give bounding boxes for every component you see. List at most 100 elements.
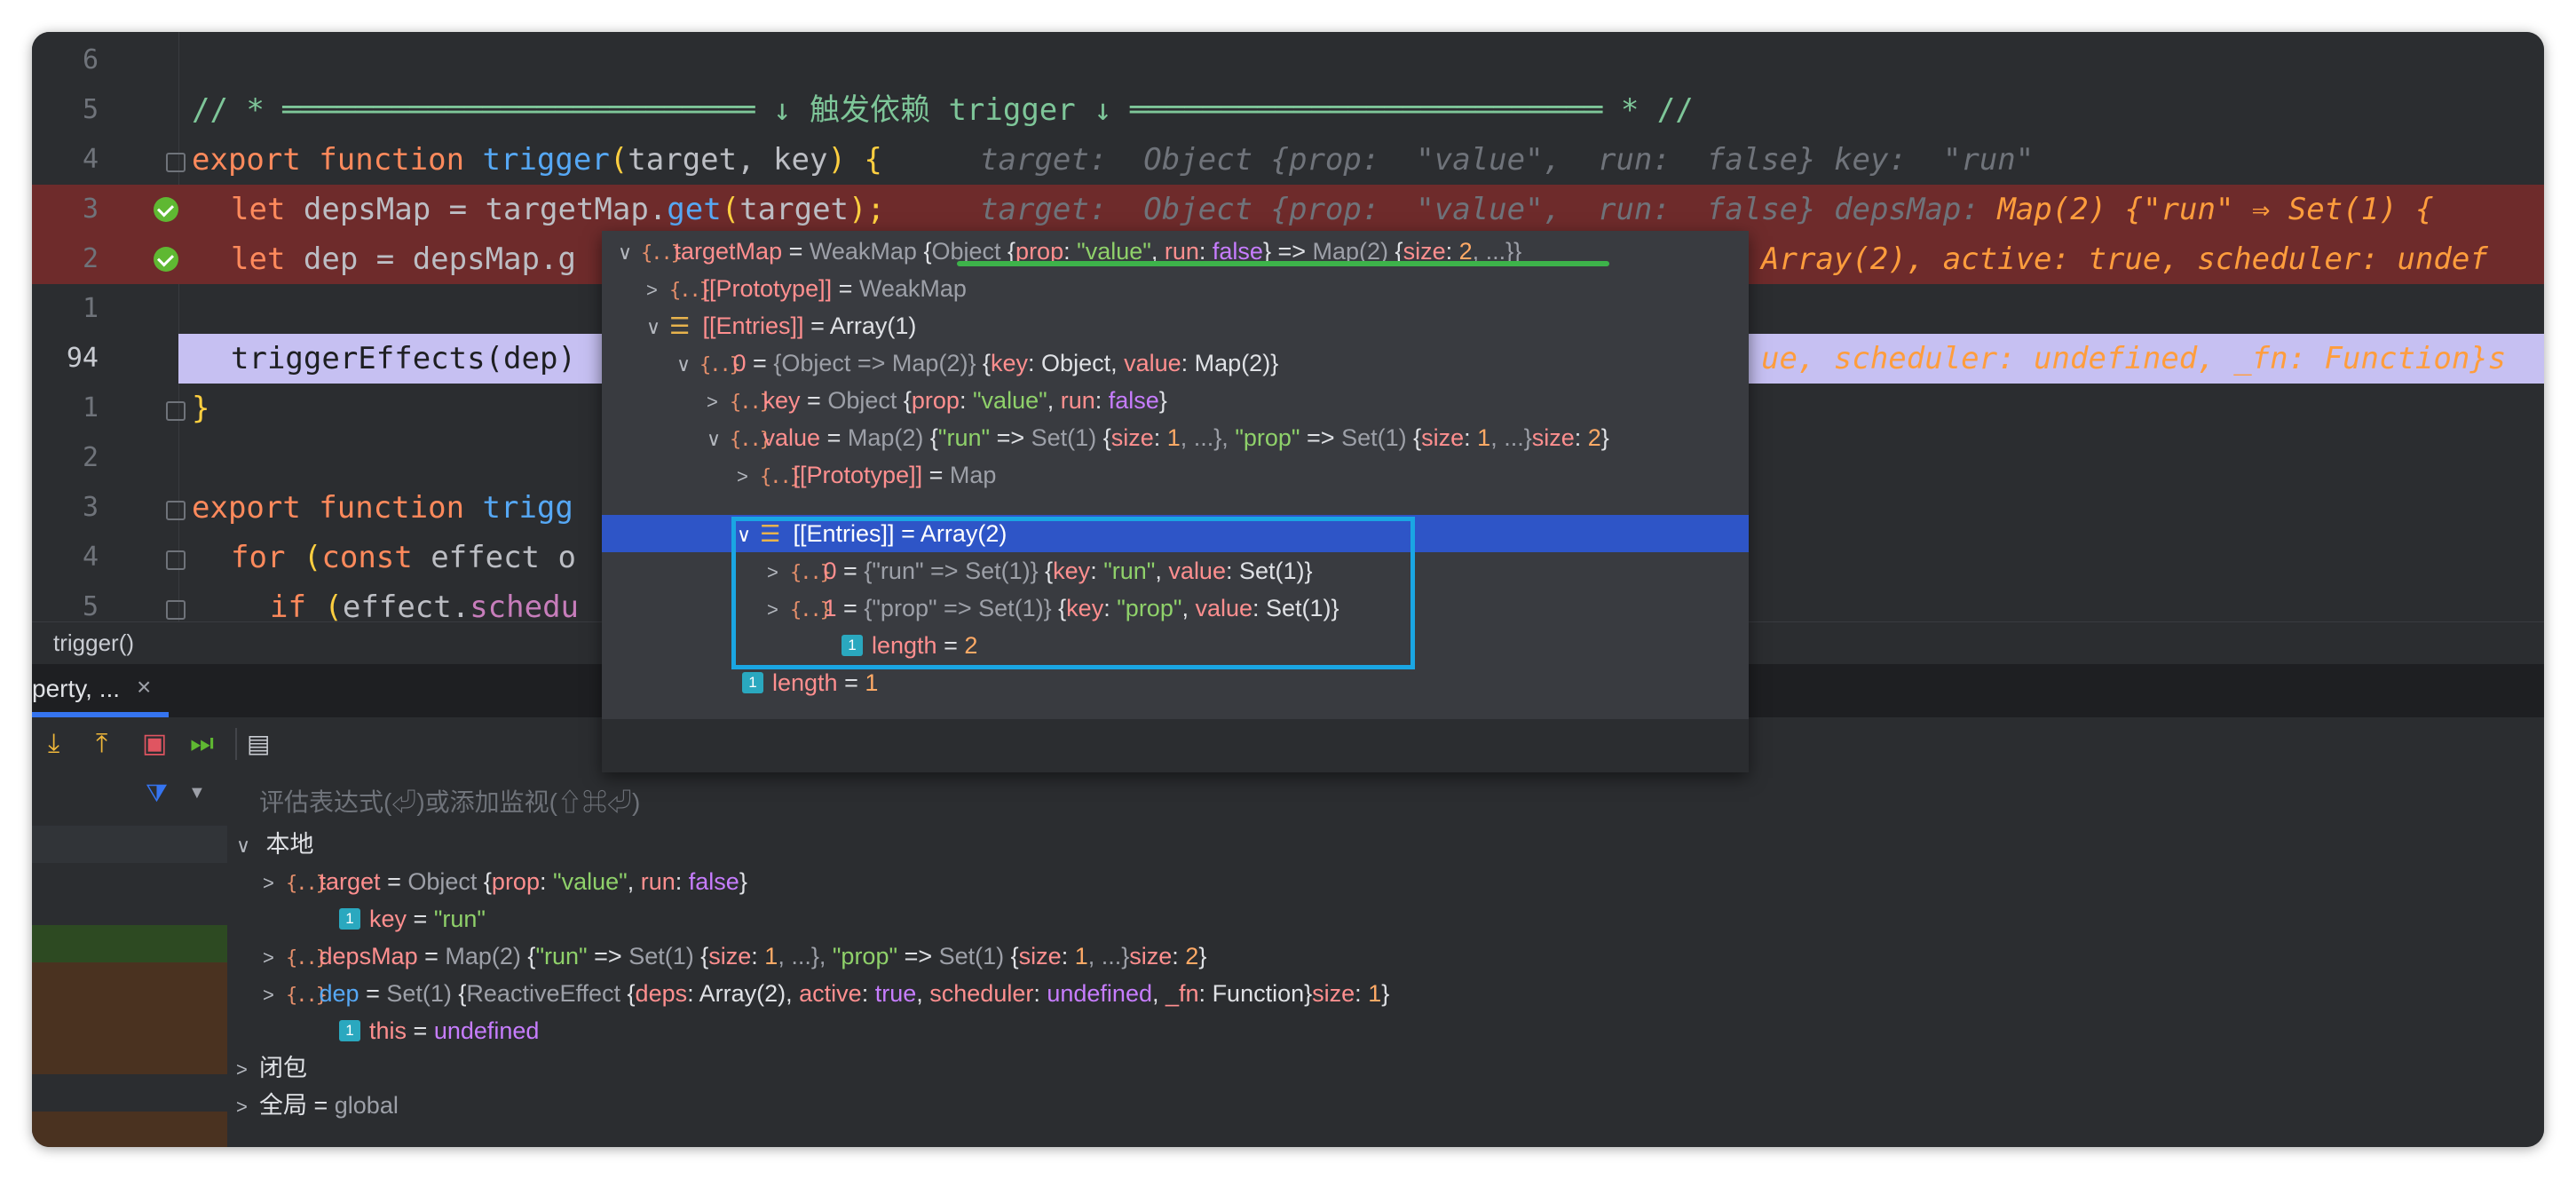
object-icon: {..} bbox=[699, 354, 741, 376]
object-icon: {..} bbox=[641, 242, 683, 265]
fold-icon[interactable] bbox=[166, 600, 186, 620]
code-text: if (effect.schedu bbox=[270, 590, 580, 621]
breadcrumb-item[interactable]: trigger() bbox=[53, 629, 134, 657]
fold-icon[interactable] bbox=[166, 153, 186, 172]
close-icon[interactable]: × bbox=[137, 673, 151, 701]
primitive-icon: 1 bbox=[339, 1019, 360, 1041]
comment-text: // * ══════════════════════════ ↓ 触发依赖 t… bbox=[192, 92, 1694, 128]
fold-icon[interactable] bbox=[166, 550, 186, 570]
object-icon: {..} bbox=[286, 947, 328, 969]
chevron-right-icon[interactable]: > bbox=[236, 1088, 259, 1126]
console-icon[interactable]: ▤ bbox=[247, 728, 270, 760]
eval-placeholder: 评估表达式(⏎)或添加监视(⇧⌘⏎) bbox=[259, 788, 641, 816]
code-text: export function trigger(target, key) { bbox=[192, 142, 882, 178]
chevron-right-icon[interactable]: > bbox=[707, 384, 730, 421]
tree-node-entries[interactable]: ∨ ☰ [[Entries]] = Array(1) bbox=[646, 307, 916, 344]
underline-annotation bbox=[957, 261, 1609, 266]
tree-node-length[interactable]: 1 length = 1 bbox=[742, 664, 878, 701]
var-target[interactable]: > {..} target = Object {prop: "value", ru… bbox=[263, 863, 747, 900]
code-line-highlighted: 3 let depsMap = targetMap.get(target); t… bbox=[32, 185, 2544, 234]
ide-window: 6 5 // * ══════════════════════════ ↓ 触发… bbox=[32, 32, 2544, 1147]
chevron-down-icon[interactable]: ∨ bbox=[618, 234, 641, 272]
resume-icon[interactable]: ⏭ bbox=[190, 728, 214, 760]
popup-footer bbox=[602, 719, 1749, 772]
frame-row[interactable] bbox=[32, 1000, 227, 1037]
inline-hint: ue, scheduler: undefined, _fn: Function}… bbox=[1761, 341, 2507, 376]
debug-session-tab[interactable]: perty, ... × bbox=[32, 664, 201, 717]
line-number: 3 bbox=[82, 194, 99, 225]
chevron-down-icon[interactable]: ∨ bbox=[236, 827, 259, 865]
object-icon: {..} bbox=[669, 280, 711, 302]
chevron-down-icon[interactable]: ▼ bbox=[188, 783, 206, 803]
stop-icon[interactable]: ▣ bbox=[142, 728, 167, 760]
filter-icon[interactable]: ⧩ bbox=[146, 779, 168, 809]
chevron-right-icon[interactable]: > bbox=[737, 458, 760, 495]
tree-node-prototype[interactable]: > {..} [[Prototype]] = Map bbox=[737, 456, 996, 494]
object-icon: {..} bbox=[286, 873, 328, 895]
code-text: triggerEffects(dep) bbox=[231, 341, 576, 376]
step-out-icon[interactable]: ⤒ bbox=[96, 728, 107, 760]
scope-global[interactable]: > 全局 = global bbox=[236, 1087, 399, 1124]
code-text: for (const effect o bbox=[231, 540, 576, 575]
line-number: 4 bbox=[82, 542, 99, 573]
inline-hint: target: Object {prop: "value", run: fals… bbox=[980, 192, 2434, 227]
frame-row[interactable] bbox=[32, 826, 227, 863]
frame-row[interactable] bbox=[32, 962, 227, 1000]
code-text: let dep = depsMap.g bbox=[231, 241, 576, 277]
step-into-icon[interactable]: ⤓ bbox=[48, 728, 59, 760]
code-text: } bbox=[192, 391, 210, 426]
line-number: 5 bbox=[82, 591, 99, 621]
code-line: 4 export function trigger(target, key) {… bbox=[32, 135, 2544, 185]
fold-icon[interactable] bbox=[166, 401, 186, 421]
frame-row[interactable] bbox=[32, 925, 227, 962]
frames-panel: ⧩ ▼ bbox=[32, 771, 228, 1147]
chevron-down-icon[interactable]: ∨ bbox=[646, 309, 669, 346]
chevron-right-icon[interactable]: > bbox=[263, 977, 286, 1014]
code-text: export function trigg bbox=[192, 490, 573, 526]
line-number: 4 bbox=[82, 144, 99, 175]
object-icon: {..} bbox=[730, 429, 771, 451]
inline-hint: Array(2), active: true, scheduler: undef bbox=[1761, 241, 2488, 277]
scope-closure[interactable]: > 闭包 bbox=[236, 1049, 307, 1087]
var-dep[interactable]: > {..} dep = Set(1) {ReactiveEffect {deps… bbox=[263, 975, 1389, 1012]
primitive-icon: 1 bbox=[742, 671, 763, 693]
value-hint-popup[interactable]: ∨ {..} targetMap = WeakMap {Object {prop:… bbox=[602, 231, 1749, 772]
variables-tree: ∨ 本地 > {..} target = Object {prop: "value… bbox=[227, 826, 2544, 1147]
object-icon: {..} bbox=[760, 466, 802, 488]
chevron-right-icon[interactable]: > bbox=[236, 1051, 259, 1088]
code-text: let depsMap = targetMap.get(target); bbox=[231, 192, 885, 227]
var-depsMap[interactable]: > {..} depsMap = Map(2) {"run" => Set(1) … bbox=[263, 938, 1206, 975]
tree-node-key[interactable]: > {..} key = Object {prop: "value", run: … bbox=[707, 382, 1167, 419]
fold-icon[interactable] bbox=[166, 501, 186, 520]
chevron-right-icon[interactable]: > bbox=[263, 939, 286, 977]
line-number: 2 bbox=[82, 442, 99, 473]
line-number: 1 bbox=[82, 293, 99, 324]
var-key[interactable]: 1 key = "run" bbox=[339, 900, 486, 938]
object-icon: {..} bbox=[286, 985, 328, 1007]
line-number: 94 bbox=[66, 343, 99, 374]
chevron-down-icon[interactable]: ∨ bbox=[676, 346, 699, 384]
code-line: 5 // * ══════════════════════════ ↓ 触发依赖… bbox=[32, 85, 2544, 135]
evaluate-expression-input[interactable]: 评估表达式(⏎)或添加监视(⇧⌘⏎) bbox=[227, 771, 2544, 827]
line-number: 1 bbox=[82, 392, 99, 423]
line-number: 2 bbox=[82, 243, 99, 274]
tree-node-entry-0[interactable]: ∨ {..} 0 = {Object => Map(2)} {key: Objec… bbox=[676, 344, 1278, 382]
chevron-right-icon[interactable]: > bbox=[263, 865, 286, 902]
highlight-box-annotation bbox=[731, 517, 1415, 669]
tree-node-value[interactable]: ∨ {..} value = Map(2) {"run" => Set(1) {s… bbox=[707, 419, 1609, 456]
toolbar-separator bbox=[235, 728, 237, 760]
breakpoint-check-icon[interactable] bbox=[154, 197, 178, 222]
tree-node-prototype[interactable]: > {..} [[Prototype]] = WeakMap bbox=[646, 270, 967, 307]
frame-row[interactable] bbox=[32, 1037, 227, 1074]
code-line: 6 bbox=[32, 36, 2544, 85]
var-this[interactable]: 1 this = undefined bbox=[339, 1012, 539, 1049]
breakpoint-check-icon[interactable] bbox=[154, 247, 178, 272]
line-number: 6 bbox=[82, 44, 99, 75]
line-number: 3 bbox=[82, 492, 99, 523]
list-icon: ☰ bbox=[669, 313, 691, 339]
line-number: 5 bbox=[82, 94, 99, 125]
frame-row[interactable] bbox=[32, 1112, 227, 1147]
scope-local[interactable]: ∨ 本地 bbox=[236, 826, 314, 863]
chevron-right-icon[interactable]: > bbox=[646, 272, 669, 309]
chevron-down-icon[interactable]: ∨ bbox=[707, 421, 730, 458]
